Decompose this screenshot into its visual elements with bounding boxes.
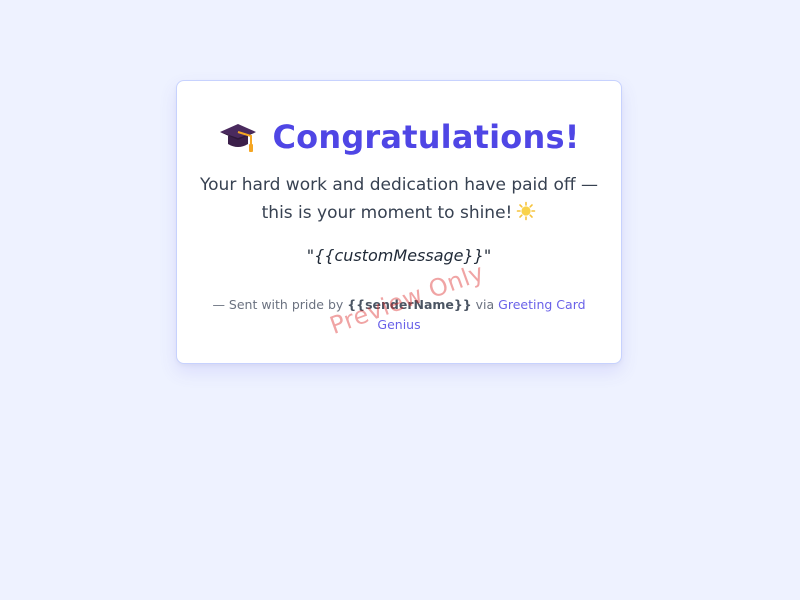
sun-icon — [517, 201, 536, 221]
quote-open: " — [306, 246, 315, 265]
greeting-card: Congratulations! Your hard work and dedi… — [176, 80, 622, 364]
card-header: Congratulations! — [177, 115, 621, 159]
message-line-1: Your hard work and dedication have paid … — [200, 175, 598, 195]
custom-message: "{{customMessage}}" — [177, 246, 621, 265]
card-message: Your hard work and dedication have paid … — [197, 171, 601, 227]
graduation-cap-icon — [220, 124, 257, 152]
card-footer: — Sent with pride by {{senderName}} via … — [207, 295, 591, 335]
footer-prefix: — Sent with pride by — [212, 297, 348, 312]
sender-name: {{senderName}} — [347, 297, 472, 312]
footer-via: via — [471, 297, 499, 312]
card-title: Congratulations! — [272, 118, 580, 156]
message-line-2: this is your moment to shine! — [261, 203, 513, 223]
quote-close: " — [483, 246, 492, 265]
custom-message-text: {{customMessage}} — [314, 246, 484, 265]
